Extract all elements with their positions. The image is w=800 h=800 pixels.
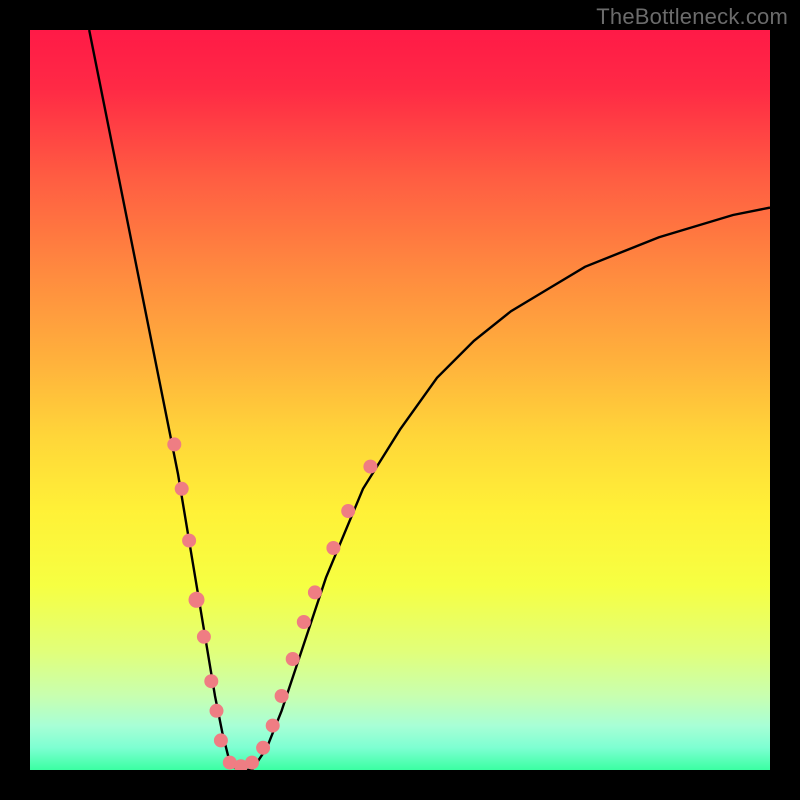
curve-marker [175,482,189,496]
plot-area [30,30,770,770]
curve-marker [266,719,280,733]
watermark-text: TheBottleneck.com [596,4,788,30]
chart-svg [30,30,770,770]
curve-marker [256,741,270,755]
curve-marker [245,756,259,770]
curve-marker [210,704,224,718]
curve-marker [326,541,340,555]
curve-marker [189,592,205,608]
curve-marker [363,460,377,474]
curve-marker [341,504,355,518]
curve-marker [286,652,300,666]
curve-marker [214,733,228,747]
curve-marker [308,585,322,599]
curve-marker [167,437,181,451]
curve-markers [167,437,377,770]
curve-marker [275,689,289,703]
curve-marker [182,534,196,548]
bottleneck-curve [89,30,770,770]
curve-marker [297,615,311,629]
curve-marker [197,630,211,644]
curve-marker [204,674,218,688]
